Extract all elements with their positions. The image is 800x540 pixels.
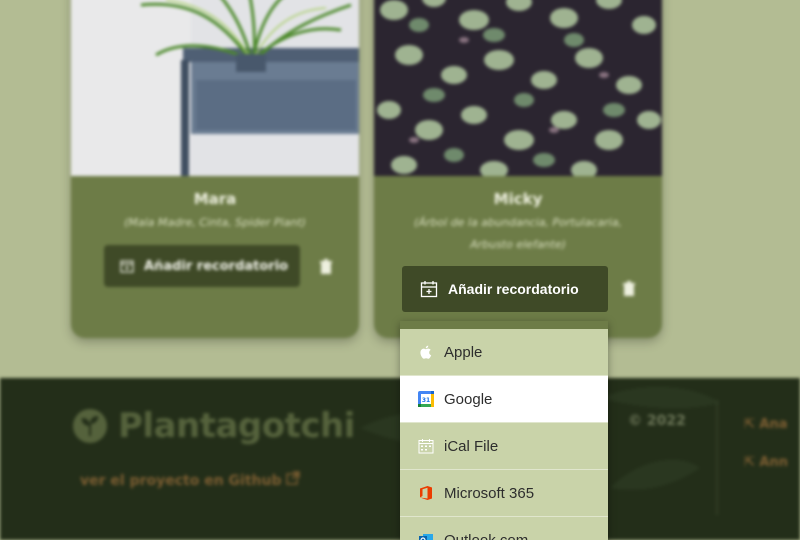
microsoft-office-icon [420, 486, 432, 500]
plant-photo-mara [71, 0, 359, 176]
footer-link-1-text: Ana [759, 417, 788, 432]
trash-icon[interactable] [319, 259, 333, 275]
calendar-option-label: Outlook.com [444, 531, 529, 540]
add-reminder-button-micky[interactable]: Añadir recordatorio [402, 266, 608, 312]
footer-link-2-text: Ann [759, 455, 788, 470]
svg-text:31: 31 [422, 397, 430, 404]
copyright: © 2022 [628, 413, 686, 429]
github-link-text: ver el proyecto en Github [80, 473, 282, 489]
brand-name: Plantagotchi [118, 406, 355, 446]
add-reminder-label: Añadir recordatorio [144, 258, 289, 274]
add-reminder-label: Añadir recordatorio [448, 281, 579, 297]
calendar-option-microsoft365[interactable]: Microsoft 365 [400, 470, 608, 517]
footer-link-1[interactable]: ⇱ Ana [744, 417, 788, 432]
plant-alt-names-line1: (Árbol de la abundancia, Portulacaria, [414, 216, 622, 229]
calendar-option-label: Google [444, 390, 493, 408]
calendar-option-label: Microsoft 365 [444, 484, 535, 502]
calendar-option-google[interactable]: 31 Google [400, 376, 608, 423]
external-link-icon: ⇱ [744, 417, 760, 432]
external-link-icon: ⇱ [744, 455, 760, 470]
plant-alt-names: (Mala Madre, Cinta, Spider Plant) [124, 216, 306, 229]
plant-name: Micky [493, 190, 543, 208]
plant-photo-micky [374, 0, 662, 176]
github-link[interactable]: ver el proyecto en Github [80, 471, 301, 489]
brand-logo[interactable]: Plantagotchi [72, 406, 355, 446]
plant-alt-names-line2: Arbusto elefante) [470, 238, 566, 251]
trash-icon[interactable] [622, 281, 636, 297]
calendar-plus-icon [120, 260, 134, 273]
calendar-option-outlook[interactable]: Outlook.com [400, 517, 608, 540]
plant-alt-names: (Árbol de la abundancia, Portulacaria, A… [392, 212, 644, 256]
add-reminder-button-mara[interactable]: Añadir recordatorio [104, 245, 300, 287]
footer-divider [716, 400, 718, 515]
google-calendar-icon: 31 [418, 391, 434, 407]
calendar-option-label: Apple [444, 343, 483, 361]
apple-icon [420, 345, 432, 359]
calendar-icon [418, 439, 434, 454]
calendar-option-ical[interactable]: iCal File [400, 423, 608, 470]
calendar-plus-icon [420, 281, 438, 298]
plant-card-mara: Mara (Mala Madre, Cinta, Spider Plant) A… [71, 0, 359, 338]
outlook-icon [419, 534, 433, 540]
calendar-dropdown: Apple 31 Google iCal File Microsoft 365 [400, 321, 608, 540]
calendar-option-label: iCal File [444, 437, 499, 455]
sprout-logo-icon [73, 409, 107, 443]
footer-link-2[interactable]: ⇱ Ann [744, 455, 788, 470]
plant-name: Mara [193, 190, 237, 208]
calendar-option-apple[interactable]: Apple [400, 329, 608, 376]
external-link-icon [286, 471, 301, 485]
